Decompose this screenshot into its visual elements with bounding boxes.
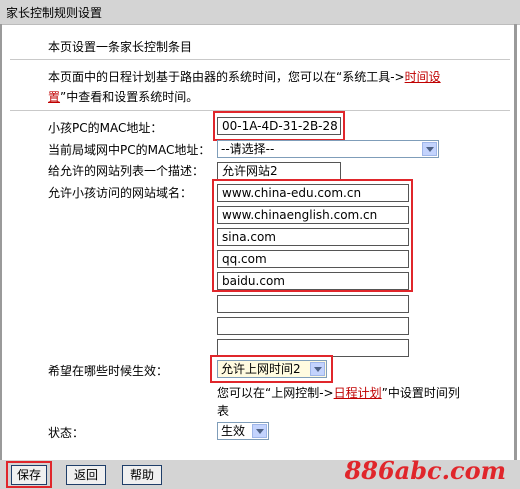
- time-setting-link-part1[interactable]: 时间设: [405, 70, 441, 84]
- time-note-line2: 置”中查看和设置系统时间。: [48, 88, 198, 105]
- site-watermark: 886abc.com: [344, 456, 506, 485]
- domain-input-2[interactable]: www.chinaenglish.com.cn: [217, 206, 409, 224]
- schedule-hint-text: 您可以在“上网控制->: [217, 386, 334, 400]
- domain-input-6[interactable]: [217, 295, 409, 313]
- child-mac-input[interactable]: 00-1A-4D-31-2B-28: [217, 117, 341, 135]
- time-setting-link-part2[interactable]: 置: [48, 90, 60, 104]
- description-input[interactable]: 允许网站2: [217, 162, 341, 180]
- time-note-text: 本页面中的日程计划基于路由器的系统时间，您可以在“系统工具->: [48, 70, 405, 84]
- chevron-down-icon: [422, 142, 437, 156]
- schedule-hint-text2: ”中设置时间列: [381, 386, 460, 400]
- page-title: 家长控制规则设置: [6, 6, 103, 20]
- schedule-hint-line2: 表: [217, 404, 230, 418]
- status-select[interactable]: 生效: [217, 422, 269, 440]
- time-note-line1: 本页面中的日程计划基于路由器的系统时间，您可以在“系统工具->时间设: [48, 68, 441, 85]
- domain-input-4[interactable]: qq.com: [217, 250, 409, 268]
- back-button[interactable]: 返回: [66, 465, 106, 485]
- domain-input-5[interactable]: baidu.com: [217, 272, 409, 290]
- lan-mac-select[interactable]: --请选择--: [217, 140, 439, 158]
- lan-mac-label: 当前局域网中PC的MAC地址：: [48, 143, 211, 157]
- schedule-hint-line1: 您可以在“上网控制->日程计划”中设置时间列: [217, 384, 460, 401]
- status-select-value: 生效: [221, 424, 246, 438]
- time-note-text2: ”中查看和设置系统时间。: [60, 90, 199, 104]
- chevron-down-icon: [310, 362, 325, 376]
- save-button[interactable]: 保存: [11, 465, 47, 485]
- schedule-select-value: 允许上网时间2: [221, 362, 301, 376]
- status-label: 状态：: [48, 426, 85, 440]
- title-bar: 家长控制规则设置: [0, 0, 520, 25]
- lan-mac-select-value: --请选择--: [221, 142, 275, 156]
- domain-input-3[interactable]: sina.com: [217, 228, 409, 246]
- domain-input-1[interactable]: www.china-edu.com.cn: [217, 184, 409, 202]
- schedule-plan-link[interactable]: 日程计划: [334, 386, 382, 400]
- intro-text: 本页设置一条家长控制条目: [48, 40, 193, 54]
- child-mac-label: 小孩PC的MAC地址：: [48, 121, 163, 135]
- description-label: 给允许的网站列表一个描述：: [48, 164, 205, 178]
- domain-input-7[interactable]: [217, 317, 409, 335]
- help-button[interactable]: 帮助: [122, 465, 162, 485]
- time-label: 希望在哪些时候生效：: [48, 364, 169, 378]
- divider-top: [10, 59, 510, 60]
- domains-label: 允许小孩访问的网站域名：: [48, 186, 193, 200]
- schedule-select[interactable]: 允许上网时间2: [217, 360, 327, 378]
- chevron-down-icon: [252, 424, 267, 438]
